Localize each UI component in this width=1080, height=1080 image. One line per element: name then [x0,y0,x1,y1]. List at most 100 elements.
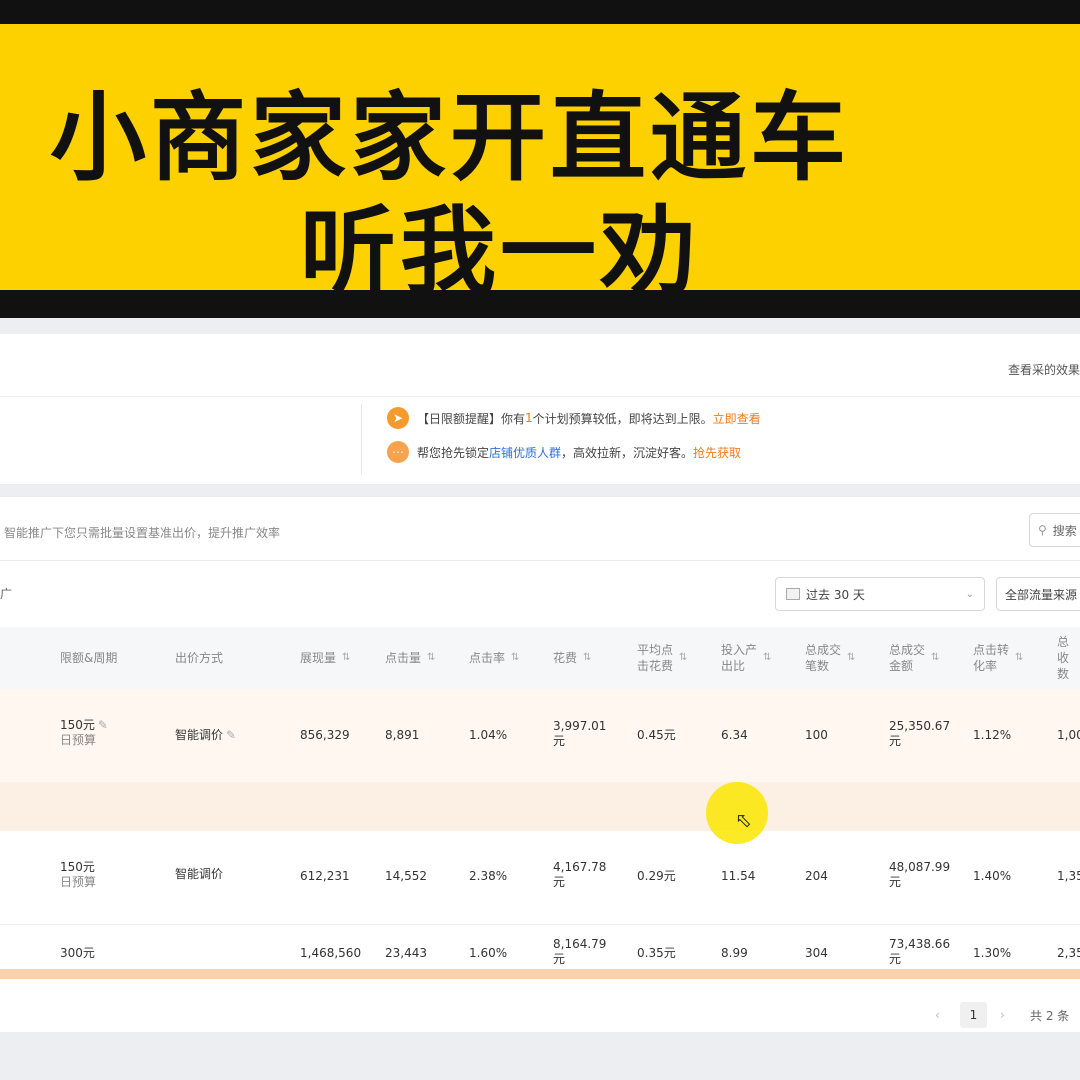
budget-cell: 150元 日预算 [60,860,97,889]
audience-notice: ⋯ 帮您抢先锁定 店铺优质人群 ，高效拉新，沉淀好客。 抢先获取 [387,440,741,464]
date-range-value: 过去 30 天 [806,587,865,602]
mouse-pointer-icon: ⬁ [735,808,752,832]
impressions-cell: 612,231 [300,869,350,883]
plan-count: 1 [525,411,533,425]
campaign-table-card: 智能推广下您只需批量设置基准出价，提升推广效率 ⚲ 搜索 广 过去 30 天 ⌄… [0,497,1080,1032]
cost-cell: 3,997.01 元 [553,719,607,748]
impressions-cell: 856,329 [300,728,350,742]
row-expansion [0,782,1080,831]
ctr-cell: 2.38% [469,869,508,883]
sort-icon: ⇅ [679,652,688,663]
clicks-cell: 8,891 [385,728,420,742]
bottom-black-band [0,290,1080,318]
sort-icon: ⇅ [583,652,592,663]
traffic-source-select[interactable]: 全部流量来源 [996,577,1080,611]
table-bottom-bar [0,969,1080,979]
notice-text: ，高效拉新，沉淀好客。 [561,445,694,460]
tab-fragment: 广 [0,587,13,601]
ctr-cell: 1.04% [469,728,508,742]
notice-text: 帮您抢先锁定 [417,445,490,460]
gmv-cell: 73,438.66 元 [889,937,951,966]
avg-cpc-cell: 0.45元 [637,728,676,742]
favorites-cell: 1,35 [1057,869,1080,883]
table-row[interactable]: 300元 1,468,560 23,443 1.60% 8,164.79 元 0.… [0,925,1080,969]
top-black-band [0,0,1080,24]
divider [0,396,1080,397]
store-audience-link[interactable]: 店铺优质人群 [489,444,561,461]
gmv-cell: 48,087.99 元 [889,860,951,889]
cvr-cell: 1.12% [973,728,1012,742]
cost-cell: 4,167.78 元 [553,860,607,889]
col-roi[interactable]: 投入产 出比 ⇅ [721,627,771,689]
roi-cell: 8.99 [721,946,748,960]
view-effect-link[interactable]: 查看采的效果 [1008,361,1080,378]
next-page-button[interactable]: › [1000,1002,1005,1028]
orders-cell: 304 [805,946,828,960]
traffic-source-value: 全部流量来源 [1005,587,1078,602]
col-ctr[interactable]: 点击率 ⇅ [469,627,519,689]
gmv-cell: 25,350.67 元 [889,719,951,748]
col-cvr[interactable]: 点击转 化率 ⇅ [973,627,1023,689]
cvr-cell: 1.30% [973,946,1012,960]
sort-icon: ⇅ [847,652,856,663]
bid-mode-cell: 智能调价 [175,867,224,881]
col-clicks[interactable]: 点击量 ⇅ [385,627,435,689]
sort-icon: ⇅ [763,652,772,663]
cost-cell: 8,164.79 元 [553,937,607,966]
chevron-down-icon: ⌄ [965,588,974,600]
search-label: 搜索 [1052,523,1077,538]
bid-mode-cell: 智能调价 ✎ [175,728,237,742]
smart-promotion-hint: 智能推广下您只需批量设置基准出价，提升推广效率 [4,526,281,540]
budget-alert-notice: ➤ 【日限额提醒】你有 1 个计划预算较低，即将达到上限。 立即查看 [387,406,761,430]
col-avg-cpc[interactable]: 平均点 击花费 ⇅ [637,627,687,689]
orders-cell: 204 [805,869,828,883]
title-banner: 小商家家开直通车 听我一劝 [0,24,1080,308]
avg-cpc-cell: 0.29元 [637,869,676,883]
grab-first-link[interactable]: 抢先获取 [693,444,741,461]
prev-page-button[interactable]: ‹ [935,1002,940,1028]
budget-cell: 150元 ✎ 日预算 [60,718,108,747]
sort-icon: ⇅ [342,652,351,663]
cvr-cell: 1.40% [973,869,1012,883]
divider [0,560,1080,561]
favorites-cell: 1,00 [1057,728,1080,742]
ctr-cell: 1.60% [469,946,508,960]
col-favorites[interactable]: 总收数 [1057,627,1080,689]
vertical-divider [361,404,362,474]
avg-cpc-cell: 0.35元 [637,946,676,960]
clicks-cell: 23,443 [385,946,427,960]
notice-text: 【日限额提醒】你有 [417,411,526,426]
roi-cell: 11.54 [721,869,756,883]
rocket-icon: ➤ [387,407,409,429]
table-header: 限额&周期 出价方式 展现量 ⇅ 点击量 ⇅ 点击率 ⇅ 花费 ⇅ 平均点 击花费 ⇅ 投入… [0,627,1080,689]
page-number-button[interactable]: 1 [960,1002,987,1028]
view-now-link[interactable]: 立即查看 [713,410,761,427]
col-bid-mode: 出价方式 [175,651,224,665]
edit-pencil-icon[interactable]: ✎ [98,718,108,732]
roi-cell: 6.34 [721,728,748,742]
notice-text: 个计划预算较低，即将达到上限。 [532,411,713,426]
table-row[interactable]: 150元 ✎ 日预算 智能调价 ✎ 856,329 8,891 1.04% 3,997… [0,689,1080,782]
orders-cell: 100 [805,728,828,742]
favorites-cell: 2,35 [1057,946,1080,960]
table-row[interactable]: 150元 日预算 智能调价 612,231 14,552 2.38% 4,167.… [0,831,1080,925]
col-orders[interactable]: 总成交 笔数 ⇅ [805,627,855,689]
sort-icon: ⇅ [931,652,940,663]
notice-card: 查看采的效果 ➤ 【日限额提醒】你有 1 个计划预算较低，即将达到上限。 立即查… [0,334,1080,484]
date-range-select[interactable]: 过去 30 天 ⌄ [775,577,985,611]
col-impressions[interactable]: 展现量 ⇅ [300,627,350,689]
col-cost[interactable]: 花费 ⇅ [553,627,591,689]
chat-bubble-icon: ⋯ [387,441,409,463]
edit-pencil-icon[interactable]: ✎ [226,728,236,742]
clicks-cell: 14,552 [385,869,427,883]
sort-icon: ⇅ [1015,652,1024,663]
search-input[interactable]: ⚲ 搜索 [1029,513,1080,547]
total-count: 共 2 条 [1030,1008,1070,1023]
impressions-cell: 1,468,560 [300,946,362,960]
sort-icon: ⇅ [511,652,520,663]
budget-cell: 300元 [60,946,95,960]
col-budget: 限额&周期 [60,651,118,665]
search-icon: ⚲ [1038,523,1047,537]
calendar-icon [786,588,800,600]
col-gmv[interactable]: 总成交 金额 ⇅ [889,627,939,689]
